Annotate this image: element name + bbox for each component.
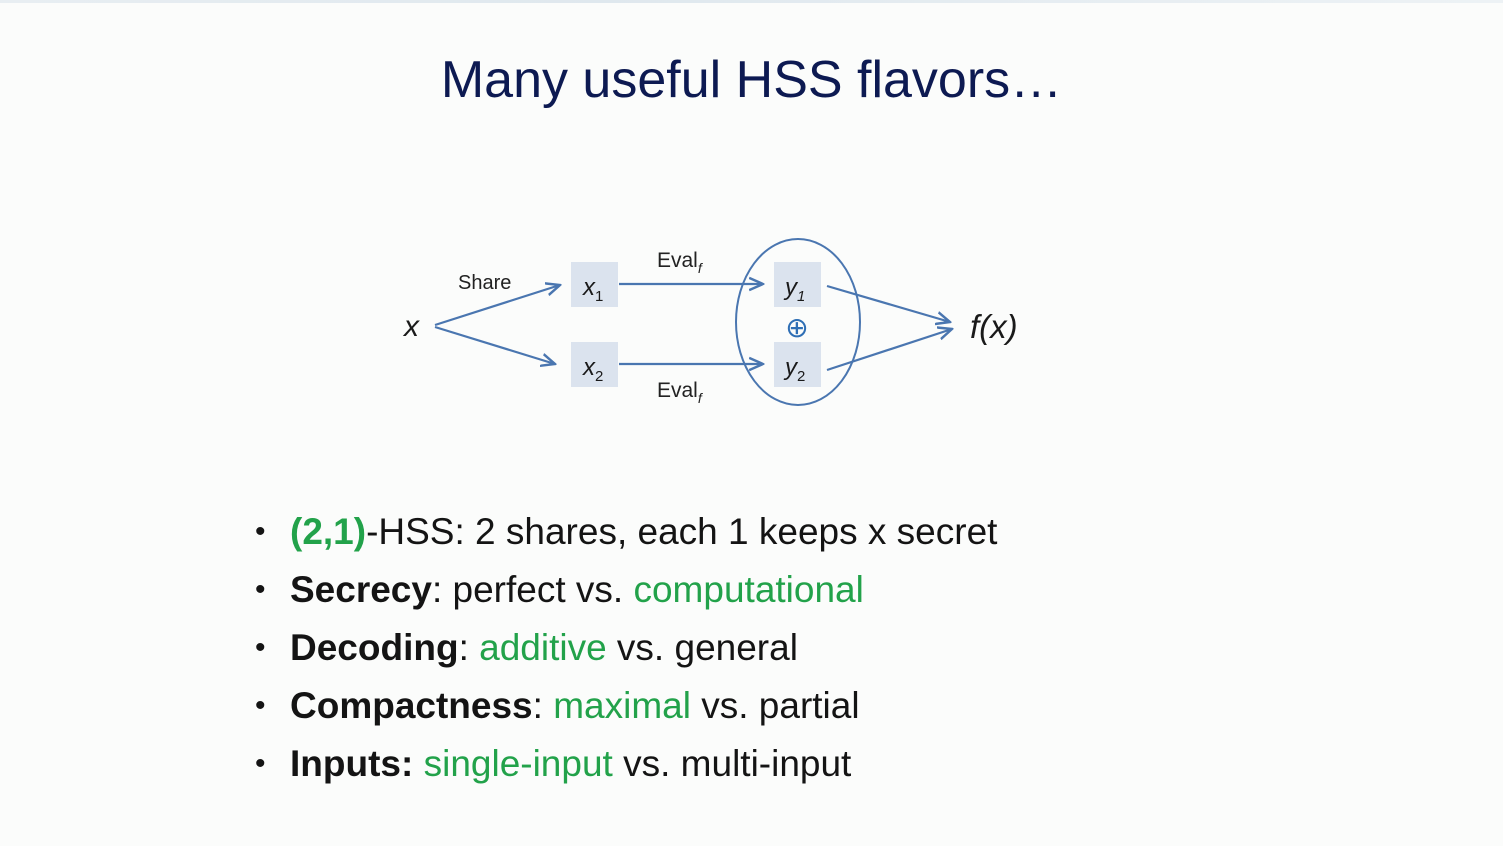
- bullet-secrecy-term: Secrecy: [290, 569, 432, 610]
- combine-arrow-top: [826, 284, 950, 322]
- bullet-dot: •: [255, 747, 266, 780]
- flavor-bullet-list: • (2,1)-HSS: 2 shares, each 1 keeps x se…: [255, 505, 997, 795]
- top-strip: [0, 0, 1503, 3]
- bullet-dot: •: [255, 515, 266, 548]
- bullet-compactness-term: Compactness: [290, 685, 533, 726]
- hss-diagram: x Share x1 x2 Evalf Evalf y1 ⊕ y2 f(x): [402, 238, 1018, 406]
- bullet-decoding-text: vs. general: [606, 627, 798, 668]
- bullet-compactness-sep: :: [532, 685, 554, 726]
- bullet-threshold: • (2,1)-HSS: 2 shares, each 1 keeps x se…: [255, 505, 997, 563]
- bullet-inputs-highlight: single-input: [423, 743, 613, 784]
- bullet-secrecy-text: : perfect vs.: [431, 569, 634, 610]
- bullet-inputs-text: vs. multi-input: [612, 743, 852, 784]
- bullet-inputs: • Inputs: single-input vs. multi-input: [255, 737, 997, 795]
- bullet-decoding-highlight: additive: [479, 627, 607, 668]
- bullet-secrecy: • Secrecy: perfect vs. computational: [255, 563, 997, 621]
- eval-label-bottom: Evalf: [657, 379, 704, 406]
- bullet-secrecy-highlight: computational: [633, 569, 864, 610]
- share-label: Share: [458, 272, 511, 294]
- bullet-decoding-sep: :: [458, 627, 480, 668]
- bullet-inputs-term: Inputs:: [290, 743, 424, 784]
- bullet-decoding-term: Decoding: [290, 627, 459, 668]
- combine-arrow-bottom: [826, 329, 952, 372]
- input-x-label: x: [402, 310, 420, 343]
- bullet-dot: •: [255, 689, 266, 722]
- bullet-compactness: • Compactness: maximal vs. partial: [255, 679, 997, 737]
- output-fx-label: f(x): [970, 308, 1018, 345]
- bullet-threshold-text: -HSS: 2 shares, each 1 keeps x secret: [366, 511, 998, 552]
- bullet-decoding: • Decoding: additive vs. general: [255, 621, 997, 679]
- bullet-compactness-text: vs. partial: [690, 685, 860, 726]
- bullet-compactness-highlight: maximal: [553, 685, 691, 726]
- eval-label-top: Evalf: [657, 249, 704, 276]
- bullet-dot: •: [255, 573, 266, 606]
- bullet-threshold-term: (2,1): [290, 511, 367, 552]
- bullet-dot: •: [255, 631, 266, 664]
- slide-title: Many useful HSS flavors…: [440, 51, 1063, 109]
- share-arrow-bottom: [434, 325, 555, 364]
- xor-symbol: ⊕: [785, 311, 808, 344]
